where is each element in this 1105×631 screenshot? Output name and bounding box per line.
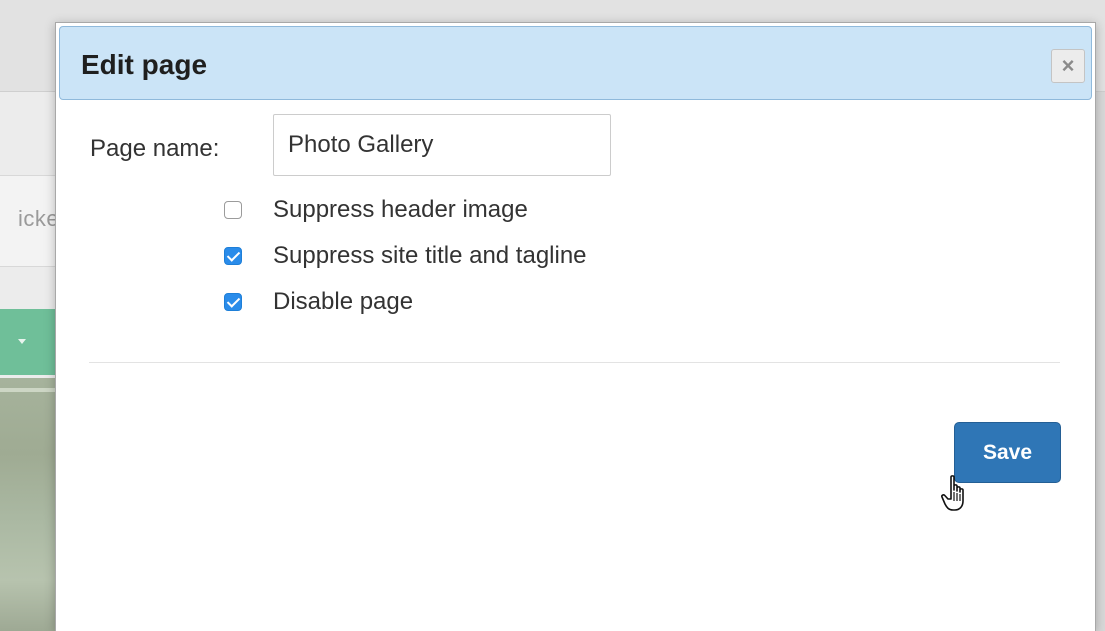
background-partial-text: icke xyxy=(18,206,60,231)
disable-page-checkbox[interactable] xyxy=(224,293,242,311)
suppress-header-image-label: Suppress header image xyxy=(273,196,528,223)
dialog-divider xyxy=(89,362,1060,363)
suppress-site-title-checkbox[interactable] xyxy=(224,247,242,265)
suppress-site-title-label: Suppress site title and tagline xyxy=(273,242,587,269)
page-name-label: Page name: xyxy=(90,135,220,162)
caret-down-icon xyxy=(18,339,26,344)
edit-page-dialog: Edit page × Page name: Suppress header i… xyxy=(55,22,1096,631)
disable-page-label: Disable page xyxy=(273,288,414,315)
suppress-site-title-option[interactable]: Suppress site title and tagline xyxy=(224,241,824,271)
dialog-title: Edit page xyxy=(81,49,208,80)
hand-pointer-icon xyxy=(941,475,964,511)
close-icon: × xyxy=(1061,53,1075,78)
suppress-header-image-option[interactable]: Suppress header image xyxy=(224,195,824,225)
dialog-header: Edit page × xyxy=(59,26,1092,100)
close-button[interactable]: × xyxy=(1051,49,1085,83)
suppress-header-image-checkbox[interactable] xyxy=(224,201,242,219)
disable-page-option[interactable]: Disable page xyxy=(224,287,824,317)
page-name-input[interactable] xyxy=(273,114,611,176)
